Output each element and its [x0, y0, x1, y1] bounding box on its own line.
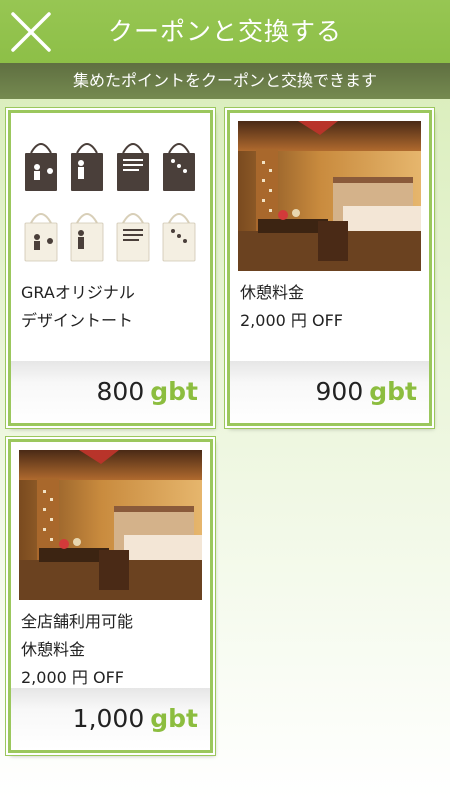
price-unit: gbt	[150, 377, 198, 406]
price-unit: gbt	[150, 704, 198, 733]
subheader-text: 集めたポイントをクーポンと交換できます	[0, 63, 450, 99]
price-unit: gbt	[369, 377, 417, 406]
coupon-card-tote[interactable]: GRAオリジナル デザイントート 800 gbt	[8, 110, 213, 426]
room-photo	[19, 450, 202, 600]
coupon-price: 1,000 gbt	[11, 688, 210, 750]
room-photo	[238, 121, 421, 271]
coupon-name-line: GRAオリジナル	[21, 283, 135, 302]
close-button[interactable]	[8, 9, 54, 55]
coupon-name-line: デザイントート	[21, 311, 134, 330]
coupon-name-line: 休憩料金	[240, 283, 305, 302]
coupon-name: 全店舗利用可能 休憩料金 2,000 円 OFF	[21, 608, 204, 692]
close-icon	[11, 12, 51, 52]
coupon-name-line: 2,000 円 OFF	[240, 311, 343, 330]
coupon-card-all-stores-rest-discount[interactable]: 全店舗利用可能 休憩料金 2,000 円 OFF 1,000 gbt	[8, 439, 213, 753]
coupon-name-line: 休憩料金	[21, 640, 86, 659]
price-value: 1,000	[72, 704, 145, 733]
app-header: クーポンと交換する	[0, 0, 450, 63]
coupon-price: 900 gbt	[230, 361, 429, 423]
page-title: クーポンと交換する	[107, 17, 342, 46]
price-value: 800	[96, 377, 145, 406]
coupon-name: GRAオリジナル デザイントート	[21, 279, 204, 335]
price-value: 900	[315, 377, 364, 406]
coupon-price: 800 gbt	[11, 361, 210, 423]
coupon-card-rest-discount[interactable]: 休憩料金 2,000 円 OFF 900 gbt	[227, 110, 432, 426]
coupon-name: 休憩料金 2,000 円 OFF	[240, 279, 423, 335]
tote-bag-image	[19, 121, 202, 271]
coupon-name-line: 全店舗利用可能	[21, 612, 134, 631]
